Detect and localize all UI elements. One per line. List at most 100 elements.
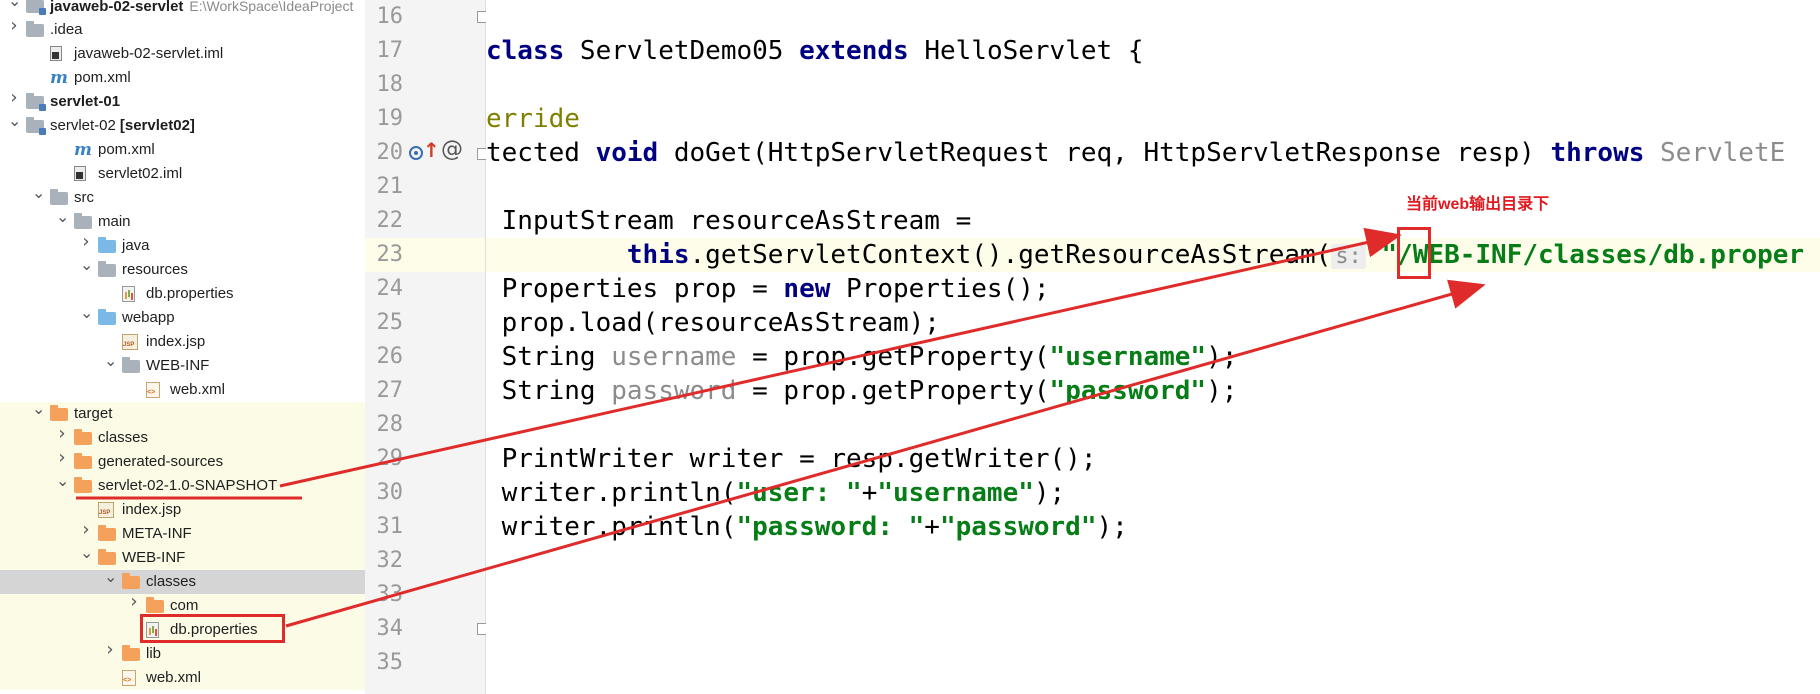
module-folder-icon	[26, 0, 46, 15]
tree-item[interactable]: m pom.xml	[0, 66, 365, 90]
unused-variable: password	[611, 376, 737, 406]
chevron-right-icon[interactable]: ›	[8, 89, 20, 107]
code-line-19[interactable]: erride	[486, 102, 1820, 136]
tree-item-label: main	[98, 210, 131, 234]
overrides-method-icon[interactable]	[409, 146, 423, 160]
code-line-22[interactable]: InputStream resourceAsStream =	[486, 204, 1820, 238]
code-line-25[interactable]: prop.load(resourceAsStream);	[486, 306, 1820, 340]
tree-item-label: classes	[146, 570, 196, 594]
chevron-down-icon[interactable]: ⌄	[56, 473, 69, 489]
chevron-down-icon[interactable]: ⌄	[32, 185, 45, 201]
annotation-icon[interactable]: @	[441, 139, 463, 161]
code-line-31[interactable]: writer.println("password: "+"password");	[486, 510, 1820, 544]
tree-item-label: servlet02.iml	[98, 162, 182, 186]
tree-item[interactable]: JSP index.jsp	[0, 330, 365, 354]
chevron-down-icon[interactable]: ⌄	[8, 0, 21, 9]
tree-item[interactable]: › java	[0, 233, 365, 258]
string-literal: "username"	[877, 478, 1034, 508]
chevron-right-icon[interactable]: ›	[56, 425, 68, 443]
tree-item[interactable]: › classes	[0, 425, 365, 450]
folder-icon	[50, 189, 68, 205]
tree-item-text: servlet-01	[50, 93, 121, 110]
tree-item[interactable]: m pom.xml	[0, 138, 365, 162]
tree-item[interactable]: ⌄ servlet-02-1.0-SNAPSHOT	[0, 473, 365, 498]
chevron-down-icon[interactable]: ⌄	[104, 569, 117, 585]
chevron-right-icon[interactable]: ›	[104, 641, 116, 659]
xml-file-icon	[146, 382, 160, 398]
line-number: 29	[376, 446, 404, 471]
chevron-right-icon[interactable]: ›	[8, 17, 20, 35]
tree-item[interactable]: ⌄ WEB-INF	[0, 353, 365, 378]
chevron-right-icon[interactable]: ›	[56, 449, 68, 467]
tree-item[interactable]: ⌄ WEB-INF	[0, 545, 365, 570]
tree-item[interactable]: ⌄ webapp	[0, 305, 365, 330]
excluded-folder-icon	[98, 549, 116, 565]
tree-item-label: servlet-02 [servlet02]	[50, 114, 195, 138]
jsp-file-icon: JSP	[122, 334, 138, 350]
chevron-down-icon[interactable]: ⌄	[80, 305, 93, 321]
code-line-24[interactable]: Properties prop = new Properties();	[486, 272, 1820, 306]
code-text: writer.println(	[486, 478, 737, 508]
code-text: +	[924, 512, 940, 542]
jsp-file-icon: JSP	[98, 502, 114, 518]
chevron-right-icon[interactable]: ›	[80, 521, 92, 539]
line-number: 17	[376, 38, 404, 63]
tree-item[interactable]: ⌄ target	[0, 401, 365, 426]
tree-item[interactable]: › servlet-01	[0, 89, 365, 114]
tree-item-label: pom.xml	[98, 138, 155, 162]
code-line-29[interactable]: PrintWriter writer = resp.getWriter();	[486, 442, 1820, 476]
line-number: 28	[376, 412, 404, 437]
tree-item-label: WEB-INF	[122, 546, 185, 570]
tree-item[interactable]: › .idea	[0, 17, 365, 42]
tree-item[interactable]: › META-INF	[0, 521, 365, 546]
keyword-class: class	[486, 36, 565, 66]
code-line-23[interactable]: this.getServletContext().getResourceAsSt…	[486, 238, 1820, 272]
tree-item[interactable]: › lib	[0, 641, 365, 666]
tree-item[interactable]: web.xml	[0, 666, 365, 690]
code-text: );	[1206, 342, 1238, 372]
tree-item-label: lib	[146, 642, 161, 666]
tree-item[interactable]: › generated-sources	[0, 449, 365, 474]
tree-item[interactable]: db.properties	[0, 282, 365, 306]
tree-item[interactable]: ⌄ javaweb-02-servlet E:\WorkSpace\IdeaProj…	[0, 0, 365, 18]
tree-item[interactable]: ⌄ classes	[0, 569, 365, 594]
code-editor[interactable]: class ServletDemo05 extends HelloServlet…	[486, 0, 1820, 694]
excluded-folder-icon	[50, 405, 68, 421]
excluded-folder-icon	[122, 645, 140, 661]
iml-file-icon	[74, 166, 86, 181]
tree-item[interactable]: javaweb-02-servlet.iml	[0, 42, 365, 66]
line-number: 20	[376, 140, 404, 165]
tree-item-label: .idea	[50, 18, 83, 42]
code-line-27[interactable]: String password = prop.getProperty("pass…	[486, 374, 1820, 408]
tree-item-text: WEB-INF	[146, 357, 210, 374]
iml-file-icon	[50, 46, 62, 61]
tree-item[interactable]: ⌄ resources	[0, 257, 365, 282]
chevron-down-icon[interactable]: ⌄	[104, 353, 117, 369]
chevron-right-icon[interactable]: ›	[80, 233, 92, 251]
tree-item[interactable]: JSP index.jsp	[0, 498, 365, 522]
tree-item[interactable]: ⌄ src	[0, 185, 365, 210]
tree-item-text: web.xml	[146, 669, 202, 686]
code-line-20[interactable]: tected void doGet(HttpServletRequest req…	[486, 136, 1820, 170]
chevron-right-icon[interactable]: ›	[128, 593, 140, 611]
tree-item[interactable]: ⌄ servlet-02 [servlet02]	[0, 113, 365, 138]
chevron-down-icon[interactable]: ⌄	[80, 545, 93, 561]
parameter-hint: s:	[1331, 244, 1366, 269]
tree-item-label: web.xml	[146, 666, 201, 690]
line-number: 31	[376, 514, 404, 539]
code-line-17[interactable]: class ServletDemo05 extends HelloServlet…	[486, 34, 1820, 68]
tree-item[interactable]: web.xml	[0, 378, 365, 402]
tree-item-text: servlet02.iml	[98, 165, 183, 182]
code-text: );	[1206, 376, 1238, 406]
navigate-super-icon[interactable]: ↑	[423, 140, 440, 160]
chevron-down-icon[interactable]: ⌄	[32, 401, 45, 417]
chevron-down-icon[interactable]: ⌄	[56, 209, 69, 225]
code-line-26[interactable]: String username = prop.getProperty("user…	[486, 340, 1820, 374]
chevron-down-icon[interactable]: ⌄	[80, 257, 93, 273]
tree-item[interactable]: ⌄ main	[0, 209, 365, 234]
tree-item[interactable]: servlet02.iml	[0, 162, 365, 186]
code-line-30[interactable]: writer.println("user: "+"username");	[486, 476, 1820, 510]
code-text: InputStream resourceAsStream =	[486, 206, 972, 236]
chevron-down-icon[interactable]: ⌄	[8, 113, 21, 129]
tree-item-text: webapp	[122, 309, 175, 326]
